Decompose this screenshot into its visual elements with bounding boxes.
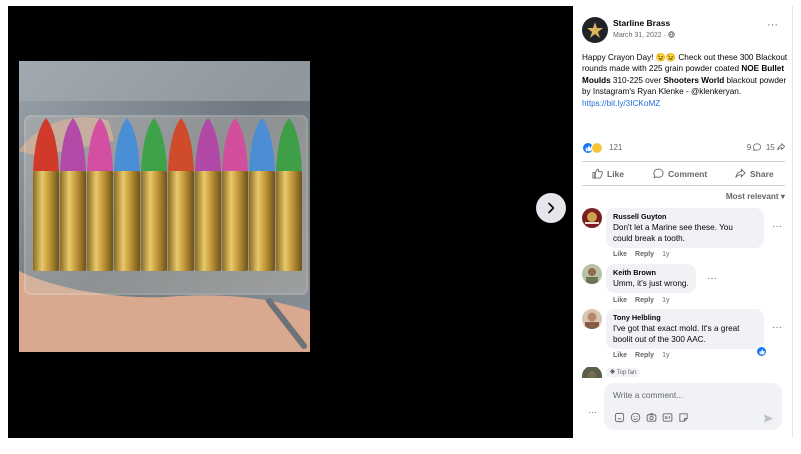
comment-reply-link[interactable]: Reply bbox=[635, 251, 654, 258]
top-fan-label: Top fan bbox=[616, 370, 637, 376]
comment-text-line-1: Don't let a Marine see these. You bbox=[613, 223, 733, 232]
share-button[interactable]: Share bbox=[735, 168, 774, 179]
post-more-options-button[interactable]: ··· bbox=[767, 19, 778, 31]
share-label: Share bbox=[750, 168, 774, 179]
reaction-icons[interactable] bbox=[582, 142, 603, 154]
haha-reaction-icon bbox=[591, 142, 603, 154]
comment-composer[interactable]: Write a comment... bbox=[604, 383, 782, 430]
post-actions: Like Comment Share bbox=[582, 166, 785, 182]
avatar-sticker-icon[interactable] bbox=[613, 411, 625, 423]
commenter-avatar[interactable] bbox=[582, 366, 602, 378]
comment-more-button[interactable]: ··· bbox=[772, 221, 782, 232]
commenter-name[interactable]: Keith Brown bbox=[613, 268, 689, 278]
share-count: 15 bbox=[765, 143, 775, 152]
comment-reply-link[interactable]: Reply bbox=[635, 297, 654, 304]
sticker-icon[interactable] bbox=[677, 411, 689, 423]
comment-text-line-1: Umm, it's just wrong. bbox=[613, 279, 689, 288]
send-button[interactable] bbox=[763, 411, 774, 429]
comment-text-line-2: boolit out of the 300 AAC. bbox=[613, 335, 706, 344]
partial-comment-item: Top fan bbox=[582, 366, 787, 378]
like-label: Like bbox=[607, 168, 625, 179]
tag-shooters-world[interactable]: Shooters World bbox=[663, 76, 724, 85]
next-arrow-icon bbox=[548, 202, 555, 214]
comment-bubble: Russell Guyton Don't let a Marine see th… bbox=[606, 208, 764, 248]
comment-count-icon bbox=[753, 143, 762, 152]
comment-label: Comment bbox=[668, 168, 708, 179]
comment-time[interactable]: 1y bbox=[662, 251, 669, 258]
commenter-avatar[interactable] bbox=[582, 264, 602, 284]
comment-meta: Like Reply 1y bbox=[613, 352, 669, 359]
commenter-name[interactable]: Tony Helbling bbox=[613, 313, 757, 323]
comment-button[interactable]: Comment bbox=[653, 168, 707, 179]
comment-text-line-2: could break a tooth. bbox=[613, 234, 685, 243]
commenter-avatar[interactable] bbox=[582, 208, 602, 228]
send-icon bbox=[763, 414, 774, 423]
globe-icon bbox=[668, 31, 675, 38]
comment-item: Tony Helbling I've got that exact mold. … bbox=[582, 309, 787, 365]
comment-time[interactable]: 1y bbox=[662, 352, 669, 359]
comment-share-counts[interactable]: 9 15 bbox=[746, 142, 786, 152]
comment-item: Keith Brown Umm, it's just wrong. ··· Li… bbox=[582, 264, 787, 308]
comment-time[interactable]: 1y bbox=[662, 297, 669, 304]
page-name[interactable]: Starline Brass bbox=[613, 18, 670, 28]
next-photo-button[interactable] bbox=[536, 193, 566, 223]
comment-sort-dropdown[interactable]: Most relevant ▾ bbox=[726, 191, 785, 201]
comment-item: Russell Guyton Don't let a Marine see th… bbox=[582, 208, 787, 268]
comment-more-button[interactable]: ··· bbox=[772, 322, 782, 333]
commenter-avatar[interactable] bbox=[582, 309, 602, 329]
post-header: Starline Brass March 31, 2022 · ··· bbox=[582, 16, 782, 48]
share-count-icon bbox=[777, 142, 786, 151]
gif-icon[interactable] bbox=[661, 411, 673, 423]
composer-tools bbox=[613, 411, 689, 423]
comment-bubble: Tony Helbling I've got that exact mold. … bbox=[606, 309, 764, 349]
post-text: Happy Crayon Day! 😉😉 Check out these 300… bbox=[582, 52, 788, 109]
comment-like-reaction-icon[interactable] bbox=[756, 346, 767, 357]
like-button[interactable]: Like bbox=[592, 168, 624, 179]
comment-meta: Like Reply 1y bbox=[613, 251, 669, 258]
photo-viewer bbox=[8, 6, 573, 438]
comment-like-link[interactable]: Like bbox=[613, 352, 627, 359]
divider-bottom bbox=[582, 185, 785, 186]
reactions-bar: 121 9 15 bbox=[582, 142, 786, 156]
reaction-count[interactable]: 121 bbox=[609, 143, 622, 152]
bullets-photo-image bbox=[19, 61, 310, 352]
comment-text-line-1: I've got that exact mold. It's a great bbox=[613, 324, 740, 333]
comment-meta: Like Reply 1y bbox=[613, 297, 669, 304]
emoji-icon[interactable] bbox=[629, 411, 641, 423]
like-icon bbox=[592, 168, 603, 179]
page-avatar[interactable] bbox=[582, 17, 608, 43]
comment-like-link[interactable]: Like bbox=[613, 251, 627, 258]
comment-reply-link[interactable]: Reply bbox=[635, 352, 654, 359]
composer-more-button[interactable]: ··· bbox=[588, 407, 597, 417]
commenter-name[interactable]: Russell Guyton bbox=[613, 212, 757, 222]
post-link[interactable]: https://bit.ly/3ICKoMZ bbox=[582, 99, 660, 108]
comment-icon bbox=[653, 168, 664, 179]
post-side-panel: Starline Brass March 31, 2022 · ··· Happ… bbox=[573, 6, 792, 438]
comment-more-button[interactable]: ··· bbox=[707, 273, 717, 284]
post-photo[interactable] bbox=[19, 61, 310, 352]
divider-top bbox=[582, 161, 785, 162]
share-icon bbox=[735, 168, 746, 178]
diamond-icon bbox=[610, 369, 615, 374]
comment-bubble: Keith Brown Umm, it's just wrong. bbox=[606, 264, 696, 293]
comment-like-link[interactable]: Like bbox=[613, 297, 627, 304]
post-date[interactable]: March 31, 2022 · bbox=[613, 31, 675, 39]
panel-scrollbar[interactable] bbox=[792, 6, 793, 438]
post-date-text: March 31, 2022 · bbox=[613, 32, 668, 39]
camera-icon[interactable] bbox=[645, 411, 657, 423]
comment-input[interactable]: Write a comment... bbox=[613, 390, 683, 400]
comment-count: 9 bbox=[746, 143, 752, 152]
post-text-part-2: 310-225 over bbox=[610, 75, 664, 85]
top-fan-badge: Top fan bbox=[606, 368, 641, 377]
starline-logo-icon bbox=[587, 22, 603, 38]
